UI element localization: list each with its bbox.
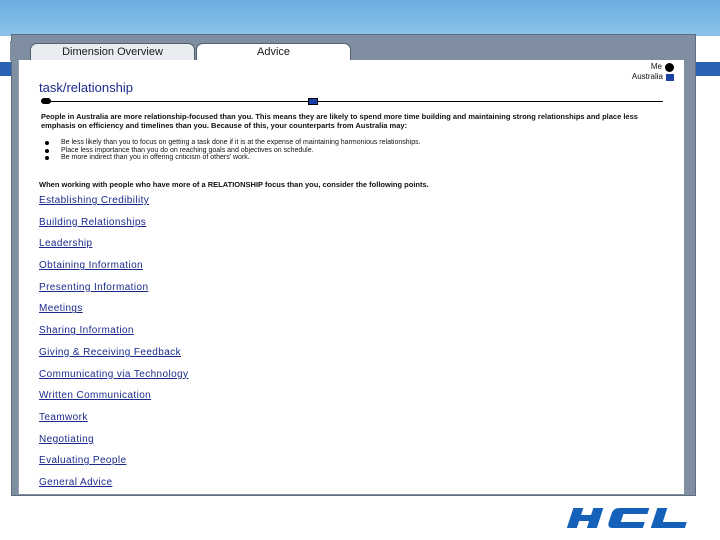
top-band xyxy=(0,0,720,36)
legend-me-label: Me xyxy=(650,62,662,71)
legend-me: Me xyxy=(632,62,674,72)
bullet-list: Be less likely than you to focus on gett… xyxy=(41,139,671,162)
advice-link-item: Leadership xyxy=(39,233,188,255)
advice-link-item: Sharing Information xyxy=(39,320,188,342)
advice-link-communicating-via-technology[interactable]: Communicating via Technology xyxy=(39,369,188,380)
advice-link-building-relationships[interactable]: Building Relationships xyxy=(39,217,146,228)
section-title: task/relationship xyxy=(39,80,133,95)
advice-link-presenting-information[interactable]: Presenting Information xyxy=(39,282,148,293)
advice-link-item: General Advice xyxy=(39,472,188,494)
advice-link-item: Evaluating People xyxy=(39,450,188,472)
legend-country: Australia xyxy=(632,72,674,82)
advice-link-item: Presenting Information xyxy=(39,277,188,299)
advice-links: Establishing Credibility Building Relatio… xyxy=(39,190,188,494)
me-marker-icon xyxy=(41,98,51,104)
legend: Me Australia xyxy=(632,62,674,82)
comparison-scale xyxy=(41,101,663,102)
advice-link-evaluating-people[interactable]: Evaluating People xyxy=(39,455,126,466)
advice-link-teamwork[interactable]: Teamwork xyxy=(39,412,88,423)
advice-link-item: Teamwork xyxy=(39,407,188,429)
country-square-icon xyxy=(666,73,674,81)
advice-panel: Me Australia task/relationship People in… xyxy=(18,60,684,494)
right-accent-bar xyxy=(696,62,720,76)
advice-link-sharing-information[interactable]: Sharing Information xyxy=(39,325,134,336)
advice-link-establishing-credibility[interactable]: Establishing Credibility xyxy=(39,195,149,206)
advice-link-item: Written Communication xyxy=(39,385,188,407)
advice-link-item: Obtaining Information xyxy=(39,255,188,277)
advice-link-obtaining-information[interactable]: Obtaining Information xyxy=(39,260,143,271)
bullet-item: Place less importance than you do on rea… xyxy=(41,147,671,155)
advice-link-item: Meetings xyxy=(39,298,188,320)
working-text: When working with people who have more o… xyxy=(39,180,429,189)
advice-link-meetings[interactable]: Meetings xyxy=(39,303,83,314)
bullet-item: Be less likely than you to focus on gett… xyxy=(41,139,671,147)
advice-link-written-communication[interactable]: Written Communication xyxy=(39,390,151,401)
advice-link-leadership[interactable]: Leadership xyxy=(39,238,92,249)
advice-link-general-advice[interactable]: General Advice xyxy=(39,477,112,488)
bullet-item: Be more indirect than you in offering cr… xyxy=(41,154,671,162)
legend-country-label: Australia xyxy=(631,72,663,81)
country-marker-icon xyxy=(308,98,319,105)
advice-link-item: Communicating via Technology xyxy=(39,364,188,386)
advice-link-item: Giving & Receiving Feedback xyxy=(39,342,188,364)
advice-link-item: Building Relationships xyxy=(39,212,188,234)
hcl-logo xyxy=(566,508,687,528)
tab-advice[interactable]: Advice xyxy=(196,43,351,61)
intro-text: People in Australia are more relationshi… xyxy=(41,112,638,130)
advice-link-item: Negotiating xyxy=(39,429,188,451)
advice-link-giving-receiving-feedback[interactable]: Giving & Receiving Feedback xyxy=(39,347,181,358)
advice-link-item: Establishing Credibility xyxy=(39,190,188,212)
tab-dimension-overview[interactable]: Dimension Overview xyxy=(30,43,195,61)
me-dot-icon xyxy=(665,62,674,72)
advice-link-negotiating[interactable]: Negotiating xyxy=(39,434,94,445)
